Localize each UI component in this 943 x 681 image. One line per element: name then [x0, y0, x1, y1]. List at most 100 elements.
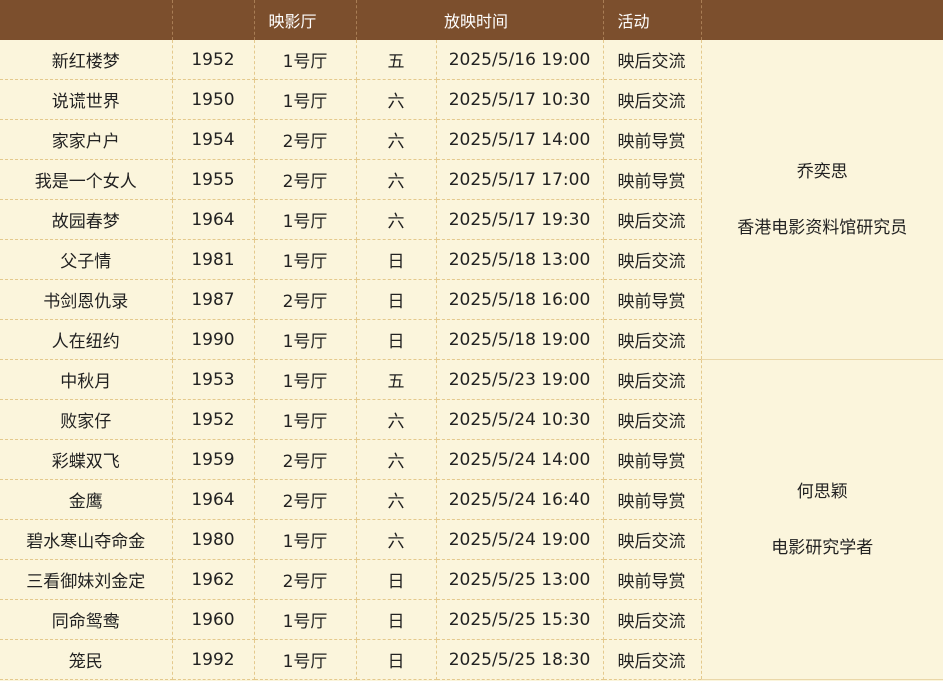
film-title-cell: 我是一个女人	[0, 159, 173, 200]
showtime-cell: 2025/5/24 10:30	[436, 399, 604, 440]
event-type-cell: 映后交流	[603, 639, 702, 680]
hall-cell: 2号厅	[254, 559, 357, 600]
showtime-cell: 2025/5/16 19:00	[436, 40, 604, 80]
host-name: 乔奕思	[796, 161, 848, 182]
weekday-cell: 日	[356, 639, 437, 680]
header-event: 活动	[603, 0, 702, 40]
film-title-cell: 说谎世界	[0, 79, 173, 120]
header-hall: 映影厅	[254, 0, 357, 40]
year-cell: 1981	[172, 239, 255, 280]
weekday-cell: 日	[356, 239, 437, 280]
host-name: 何思颖	[796, 481, 848, 502]
host-title: 香港电影资料馆研究员	[737, 217, 908, 238]
film-title-cell: 家家户户	[0, 119, 173, 160]
weekday-cell: 六	[356, 159, 437, 200]
header-time: 放映时间	[436, 0, 604, 40]
film-title-cell: 同命鸳鸯	[0, 599, 173, 640]
year-cell: 1992	[172, 639, 255, 680]
year-cell: 1950	[172, 79, 255, 120]
event-type-cell: 映前导赏	[603, 559, 702, 600]
event-type-cell: 映前导赏	[603, 119, 702, 160]
table-row: 中秋月 1953 1号厅五 2025/5/23 19:00 映后交流 何思颖 电影研究学者	[0, 359, 943, 680]
header-day	[356, 0, 436, 40]
weekday-cell: 六	[356, 439, 437, 480]
year-cell: 1964	[172, 199, 255, 240]
showtime-cell: 2025/5/24 14:00	[436, 439, 604, 480]
table-row: 新红楼梦 1952 1号厅五 2025/5/16 19:00 映后交流 乔奕思 香港电影资料…	[0, 40, 943, 360]
year-cell: 1960	[172, 599, 255, 640]
year-cell: 1980	[172, 519, 255, 560]
year-cell: 1952	[172, 40, 255, 80]
event-type-cell: 映后交流	[603, 239, 702, 280]
hall-cell: 2号厅	[254, 479, 357, 520]
weekday-cell: 六	[356, 79, 437, 120]
hall-cell: 1号厅	[254, 359, 357, 400]
header-film	[0, 0, 173, 40]
schedule-body: 新红楼梦 1952 1号厅五 2025/5/16 19:00 映后交流 乔奕思 香港电影资料…	[0, 40, 943, 680]
year-cell: 1959	[172, 439, 255, 480]
hall-cell: 1号厅	[254, 79, 357, 120]
film-title-cell: 败家仔	[0, 399, 173, 440]
showtime-cell: 2025/5/25 18:30	[436, 639, 604, 680]
hall-cell: 1号厅	[254, 319, 357, 360]
weekday-cell: 六	[356, 399, 437, 440]
hall-cell: 2号厅	[254, 279, 357, 320]
hall-cell: 1号厅	[254, 399, 357, 440]
event-type-cell: 映后交流	[603, 79, 702, 120]
film-title-cell: 人在纽约	[0, 319, 173, 360]
host-cell: 乔奕思香港电影资料馆研究员	[701, 40, 943, 360]
weekday-cell: 六	[356, 199, 437, 240]
year-cell: 1962	[172, 559, 255, 600]
event-type-cell: 映后交流	[603, 199, 702, 240]
weekday-cell: 日	[356, 599, 437, 640]
showtime-cell: 2025/5/18 19:00	[436, 319, 604, 360]
film-title-cell: 新红楼梦	[0, 40, 173, 80]
hall-cell: 2号厅	[254, 119, 357, 160]
header-host	[701, 0, 943, 40]
weekday-cell: 六	[356, 519, 437, 560]
event-type-cell: 映前导赏	[603, 159, 702, 200]
showtime-cell: 2025/5/17 17:00	[436, 159, 604, 200]
film-title-cell: 碧水寒山夺命金	[0, 519, 173, 560]
hall-cell: 2号厅	[254, 159, 357, 200]
event-type-cell: 映后交流	[603, 399, 702, 440]
event-type-cell: 映前导赏	[603, 479, 702, 520]
weekday-cell: 五	[356, 359, 437, 400]
film-title-cell: 笼民	[0, 639, 173, 680]
weekday-cell: 五	[356, 40, 437, 80]
event-type-cell: 映前导赏	[603, 279, 702, 320]
year-cell: 1952	[172, 399, 255, 440]
year-cell: 1990	[172, 319, 255, 360]
weekday-cell: 日	[356, 319, 437, 360]
host-title: 电影研究学者	[771, 537, 874, 558]
year-cell: 1954	[172, 119, 255, 160]
hall-cell: 2号厅	[254, 439, 357, 480]
event-type-cell: 映后交流	[603, 319, 702, 360]
hall-cell: 1号厅	[254, 599, 357, 640]
hall-cell: 1号厅	[254, 239, 357, 280]
event-type-cell: 映前导赏	[603, 439, 702, 480]
film-title-cell: 金鹰	[0, 479, 173, 520]
showtime-cell: 2025/5/23 19:00	[436, 359, 604, 400]
showtime-cell: 2025/5/17 10:30	[436, 79, 604, 120]
weekday-cell: 日	[356, 279, 437, 320]
screening-schedule-table: 映影厅 放映时间 活动 新红楼梦 1952 1号厅五 2025/5/16 19:00 映…	[0, 0, 943, 680]
event-type-cell: 映后交流	[603, 40, 702, 80]
film-title-cell: 三看御妹刘金定	[0, 559, 173, 600]
hall-cell: 1号厅	[254, 199, 357, 240]
showtime-cell: 2025/5/24 16:40	[436, 479, 604, 520]
film-title-cell: 中秋月	[0, 359, 173, 400]
showtime-cell: 2025/5/25 15:30	[436, 599, 604, 640]
year-cell: 1953	[172, 359, 255, 400]
showtime-cell: 2025/5/18 13:00	[436, 239, 604, 280]
showtime-cell: 2025/5/25 13:00	[436, 559, 604, 600]
film-title-cell: 书剑恩仇录	[0, 279, 173, 320]
film-title-cell: 父子情	[0, 239, 173, 280]
year-cell: 1964	[172, 479, 255, 520]
showtime-cell: 2025/5/18 16:00	[436, 279, 604, 320]
hall-cell: 1号厅	[254, 519, 357, 560]
year-cell: 1955	[172, 159, 255, 200]
hall-cell: 1号厅	[254, 639, 357, 680]
weekday-cell: 六	[356, 479, 437, 520]
hall-cell: 1号厅	[254, 40, 357, 80]
